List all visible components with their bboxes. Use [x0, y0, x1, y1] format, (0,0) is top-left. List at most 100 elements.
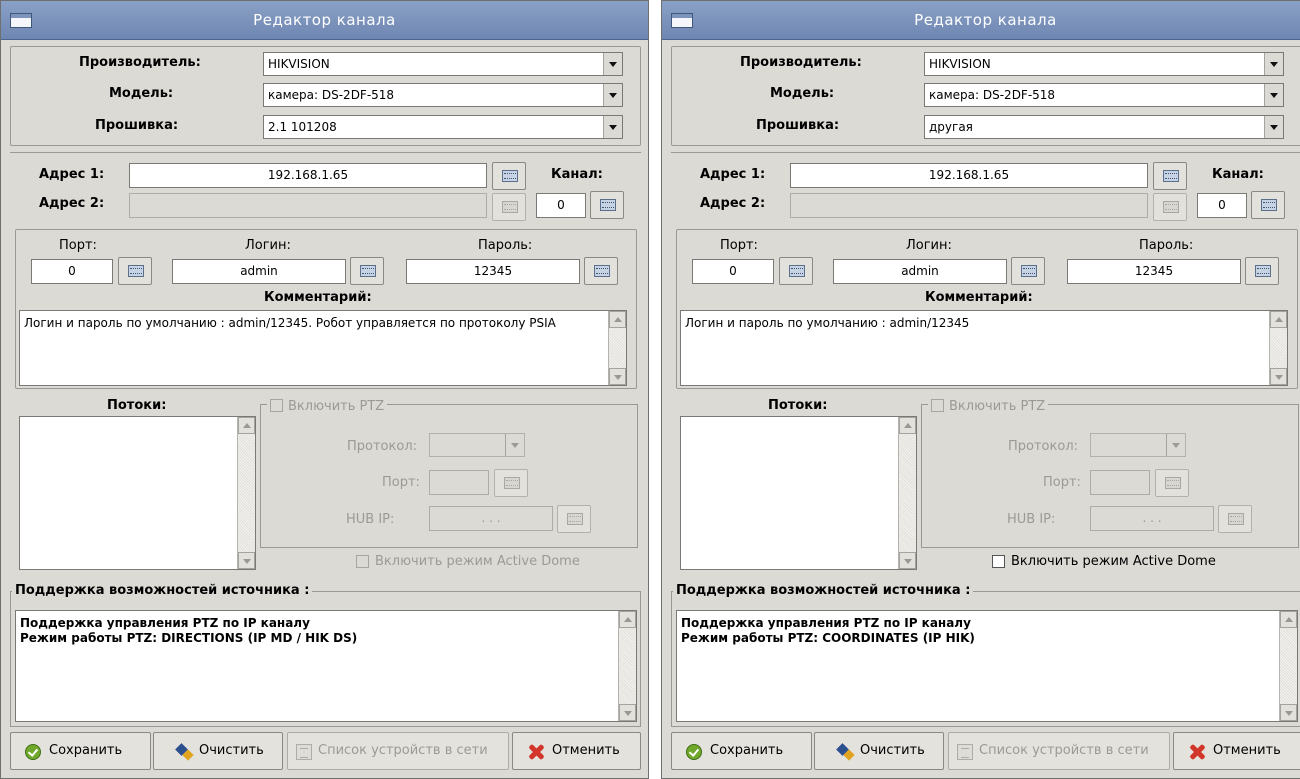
close-icon [528, 744, 544, 760]
scroll-down-icon[interactable] [619, 704, 636, 721]
firmware-select[interactable]: 2.1 101208 [263, 115, 623, 139]
manufacturer-select[interactable]: HIKVISION [924, 52, 1284, 76]
ptz-enable-legend[interactable]: Включить PTZ [928, 397, 1049, 414]
active-dome-checkbox[interactable] [356, 555, 369, 568]
streams-scrollbar[interactable] [237, 417, 255, 569]
active-dome-label: Включить режим Active Dome [1011, 554, 1216, 569]
comment-scrollbar[interactable] [1269, 311, 1287, 385]
channel-input[interactable]: 0 [1197, 193, 1247, 218]
model-value: камера: DS-2DF-518 [929, 88, 1056, 102]
cancel-button[interactable]: Отменить [1173, 732, 1300, 770]
scroll-up-icon[interactable] [899, 417, 916, 434]
ptz-enable-legend[interactable]: Включить PTZ [267, 397, 388, 414]
password-input[interactable]: 12345 [1067, 259, 1241, 284]
model-select[interactable]: камера: DS-2DF-518 [263, 83, 623, 107]
firmware-select[interactable]: другая [924, 115, 1284, 139]
keyboard-icon [789, 265, 805, 277]
streams-list[interactable] [680, 416, 917, 570]
ptz-hub-ip-input[interactable]: . . . [1090, 506, 1214, 531]
chevron-down-icon [1166, 434, 1185, 456]
address2-keyboard-button[interactable] [492, 193, 526, 221]
comment-scrollbar[interactable] [608, 311, 626, 385]
address1-input[interactable]: 192.168.1.65 [129, 163, 487, 188]
scroll-up-icon[interactable] [619, 611, 636, 628]
clear-label: Очистить [860, 743, 925, 758]
model-label: Модель: [109, 86, 174, 101]
manufacturer-select[interactable]: HIKVISION [263, 52, 623, 76]
chevron-down-icon [1264, 53, 1283, 75]
model-label: Модель: [770, 86, 835, 101]
ptz-enable-checkbox[interactable] [931, 399, 944, 412]
ptz-hub-ip-keyboard-button[interactable] [1218, 505, 1252, 533]
streams-scrollbar[interactable] [898, 417, 916, 569]
comment-textarea[interactable]: Логин и пароль по умолчанию : admin/1234… [19, 310, 627, 386]
port-keyboard-button[interactable] [118, 257, 152, 285]
scroll-down-icon[interactable] [609, 368, 626, 385]
streams-list[interactable] [19, 416, 256, 570]
ptz-port-input[interactable] [1090, 470, 1150, 495]
save-button[interactable]: Сохранить [671, 732, 812, 770]
address2-keyboard-button[interactable] [1153, 193, 1187, 221]
keyboard-icon [1165, 477, 1181, 489]
ptz-hub-ip-input[interactable]: . . . [429, 506, 553, 531]
scroll-down-icon[interactable] [1280, 704, 1297, 721]
device-list-button[interactable]: Список устройств в сети [948, 732, 1170, 770]
keyboard-icon [1163, 201, 1179, 213]
scroll-up-icon[interactable] [609, 311, 626, 328]
ptz-port-keyboard-button[interactable] [1155, 469, 1189, 497]
channel-keyboard-button[interactable] [590, 191, 624, 219]
scroll-up-icon[interactable] [238, 417, 255, 434]
login-keyboard-button[interactable] [1011, 257, 1045, 285]
ptz-hub-ip-keyboard-button[interactable] [557, 505, 591, 533]
streams-label: Потоки: [768, 398, 828, 413]
scroll-up-icon[interactable] [1280, 611, 1297, 628]
password-keyboard-button[interactable] [1245, 257, 1279, 285]
login-label: Логин: [906, 238, 952, 253]
address2-input[interactable] [129, 193, 487, 218]
cancel-button[interactable]: Отменить [512, 732, 641, 770]
scroll-up-icon[interactable] [1270, 311, 1287, 328]
comment-textarea[interactable]: Логин и пароль по умолчанию : admin/1234… [680, 310, 1288, 386]
password-keyboard-button[interactable] [584, 257, 618, 285]
ptz-port-label: Порт: [1043, 475, 1081, 490]
clear-button[interactable]: Очистить [814, 732, 944, 770]
document-icon [296, 744, 312, 760]
ptz-enable-label: Включить PTZ [949, 399, 1046, 414]
ptz-port-keyboard-button[interactable] [494, 469, 528, 497]
support-textarea[interactable]: Поддержка управления PTZ по IP каналу Ре… [15, 610, 637, 722]
login-input[interactable]: admin [833, 259, 1007, 284]
scroll-down-icon[interactable] [899, 552, 916, 569]
window-title: Редактор канала [253, 11, 396, 29]
address1-keyboard-button[interactable] [492, 162, 526, 190]
ptz-protocol-select[interactable] [1090, 433, 1186, 457]
channel-input[interactable]: 0 [536, 193, 586, 218]
model-select[interactable]: камера: DS-2DF-518 [924, 83, 1284, 107]
port-input[interactable]: 0 [31, 259, 113, 284]
support-scrollbar[interactable] [618, 611, 636, 721]
support-scrollbar[interactable] [1279, 611, 1297, 721]
address1-keyboard-button[interactable] [1153, 162, 1187, 190]
address2-input[interactable] [790, 193, 1148, 218]
title-bar[interactable]: Редактор канала [1, 1, 648, 40]
ptz-protocol-select[interactable] [429, 433, 525, 457]
port-keyboard-button[interactable] [779, 257, 813, 285]
channel-keyboard-button[interactable] [1251, 191, 1285, 219]
clear-button[interactable]: Очистить [153, 732, 283, 770]
login-keyboard-button[interactable] [350, 257, 384, 285]
address1-input[interactable]: 192.168.1.65 [790, 163, 1148, 188]
port-input[interactable]: 0 [692, 259, 774, 284]
password-input[interactable]: 12345 [406, 259, 580, 284]
ptz-port-input[interactable] [429, 470, 489, 495]
support-textarea[interactable]: Поддержка управления PTZ по IP каналу Ре… [676, 610, 1298, 722]
active-dome-checkbox[interactable] [992, 555, 1005, 568]
title-bar[interactable]: Редактор канала [662, 1, 1300, 40]
device-list-button[interactable]: Список устройств в сети [287, 732, 509, 770]
ptz-enable-checkbox[interactable] [270, 399, 283, 412]
scroll-down-icon[interactable] [1270, 368, 1287, 385]
keyboard-icon [1255, 265, 1271, 277]
scroll-down-icon[interactable] [238, 552, 255, 569]
address2-label: Адрес 2: [39, 196, 105, 211]
chevron-down-icon [603, 84, 622, 106]
login-input[interactable]: admin [172, 259, 346, 284]
save-button[interactable]: Сохранить [10, 732, 151, 770]
